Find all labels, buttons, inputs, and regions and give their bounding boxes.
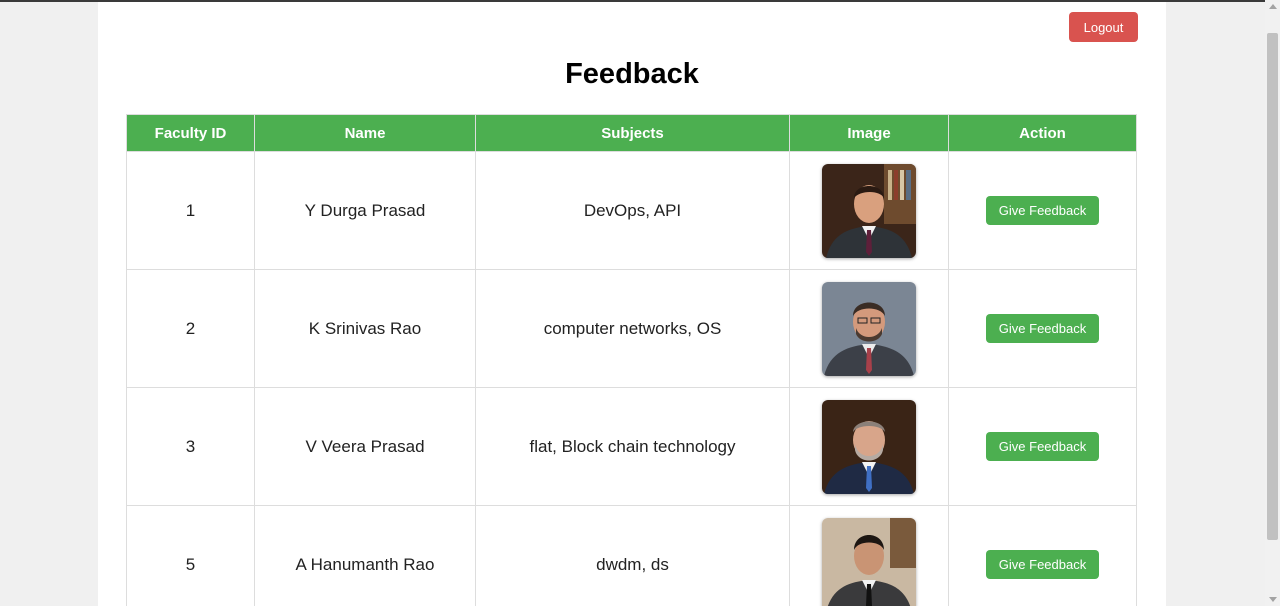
faculty-name-cell: V Veera Prasad: [254, 387, 476, 506]
faculty-photo: [822, 281, 916, 376]
header-row: Faculty ID Name Subjects Image Action: [126, 114, 1137, 152]
table-row: 2 K Srinivas Rao computer networks, OS G…: [126, 269, 1137, 388]
column-header-name: Name: [254, 114, 476, 152]
faculty-image-cell: [789, 387, 949, 506]
give-feedback-button[interactable]: Give Feedback: [986, 196, 1099, 225]
column-header-subjects: Subjects: [475, 114, 790, 152]
faculty-photo: [822, 517, 916, 606]
faculty-name-cell: A Hanumanth Rao: [254, 505, 476, 606]
give-feedback-button[interactable]: Give Feedback: [986, 550, 1099, 579]
faculty-action-cell: Give Feedback: [948, 387, 1137, 506]
faculty-image-cell: [789, 151, 949, 270]
faculty-image-cell: [789, 505, 949, 606]
faculty-subjects-cell: flat, Block chain technology: [475, 387, 790, 506]
table-row: 3 V Veera Prasad flat, Block chain techn…: [126, 387, 1137, 506]
faculty-action-cell: Give Feedback: [948, 151, 1137, 270]
faculty-subjects-cell: DevOps, API: [475, 151, 790, 270]
table-row: 5 A Hanumanth Rao dwdm, ds Give Feedback: [126, 505, 1137, 606]
faculty-id-cell: 5: [126, 505, 255, 606]
faculty-id-cell: 3: [126, 387, 255, 506]
faculty-table: Faculty ID Name Subjects Image Action 1 …: [126, 114, 1137, 606]
vertical-scrollbar[interactable]: [1265, 0, 1280, 606]
faculty-photo: [822, 163, 916, 258]
table-header: Faculty ID Name Subjects Image Action: [126, 114, 1137, 152]
faculty-subjects-cell: computer networks, OS: [475, 269, 790, 388]
faculty-image-cell: [789, 269, 949, 388]
logout-button[interactable]: Logout: [1069, 12, 1138, 42]
faculty-name-cell: Y Durga Prasad: [254, 151, 476, 270]
faculty-subjects-cell: dwdm, ds: [475, 505, 790, 606]
scrollbar-thumb[interactable]: [1267, 33, 1278, 540]
column-header-faculty-id: Faculty ID: [126, 114, 255, 152]
scroll-down-arrow-icon[interactable]: [1269, 597, 1277, 602]
faculty-action-cell: Give Feedback: [948, 269, 1137, 388]
table-row: 1 Y Durga Prasad DevOps, API Give Feedba…: [126, 151, 1137, 270]
faculty-action-cell: Give Feedback: [948, 505, 1137, 606]
table-body: 1 Y Durga Prasad DevOps, API Give Feedba…: [126, 151, 1137, 606]
scroll-up-arrow-icon[interactable]: [1269, 4, 1277, 9]
faculty-id-cell: 1: [126, 151, 255, 270]
faculty-name-cell: K Srinivas Rao: [254, 269, 476, 388]
column-header-action: Action: [948, 114, 1137, 152]
give-feedback-button[interactable]: Give Feedback: [986, 314, 1099, 343]
faculty-photo: [822, 399, 916, 494]
give-feedback-button[interactable]: Give Feedback: [986, 432, 1099, 461]
main-panel: Logout Feedback Faculty ID Name Subjects…: [98, 2, 1166, 606]
column-header-image: Image: [789, 114, 949, 152]
faculty-id-cell: 2: [126, 269, 255, 388]
page-title: Feedback: [565, 58, 699, 90]
